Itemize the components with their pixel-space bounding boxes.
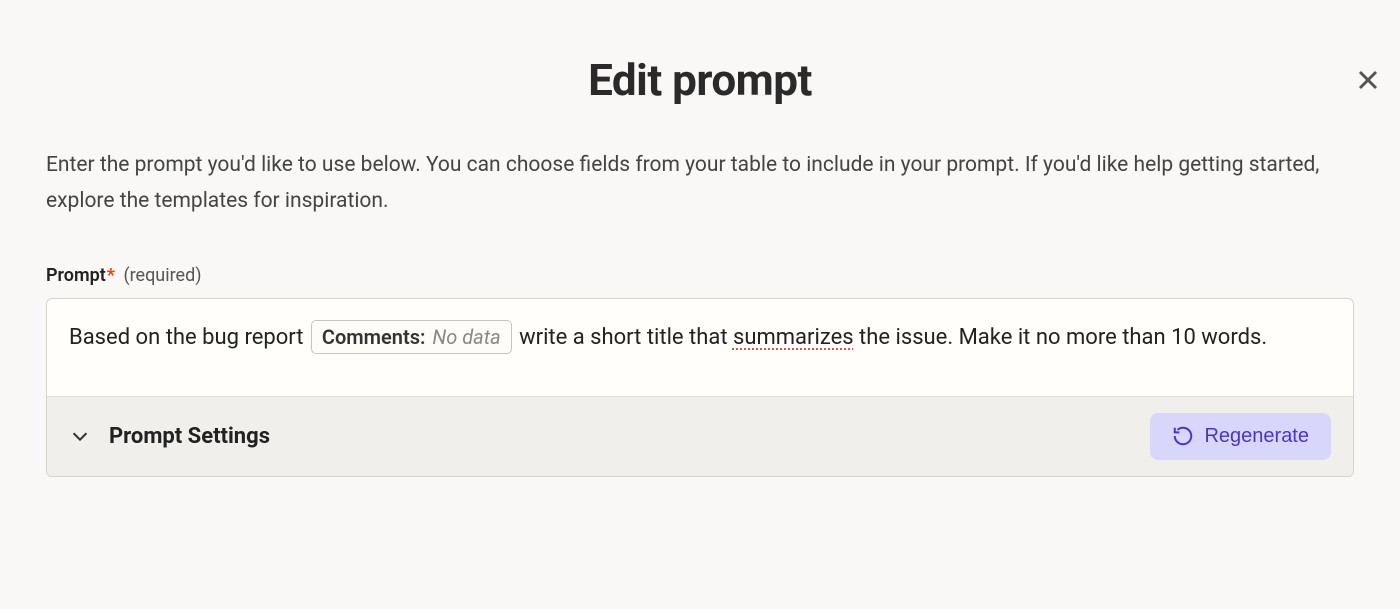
close-icon — [1356, 68, 1380, 92]
prompt-box: Based on the bug report Comments: No dat… — [46, 298, 1354, 477]
regenerate-label: Regenerate — [1204, 425, 1309, 448]
prompt-text-after: the issue. Make it no more than 10 words… — [854, 325, 1268, 350]
chip-label: Comments: — [322, 325, 426, 349]
regenerate-button[interactable]: Regenerate — [1150, 413, 1331, 460]
close-button[interactable] — [1356, 68, 1380, 96]
prompt-text-mid1: write a short title that — [514, 325, 733, 350]
chevron-down-icon — [69, 425, 91, 447]
refresh-icon — [1172, 425, 1194, 447]
prompt-text-spellcheck: summarizes — [733, 325, 854, 350]
field-label: Prompt — [46, 265, 106, 286]
field-label-row: Prompt* (required) — [46, 265, 1354, 286]
modal-description: Enter the prompt you'd like to use below… — [46, 148, 1354, 219]
required-hint: (required) — [123, 265, 201, 286]
prompt-input[interactable]: Based on the bug report Comments: No dat… — [47, 299, 1353, 396]
field-chip[interactable]: Comments: No data — [311, 320, 512, 354]
prompt-settings-toggle[interactable]: Prompt Settings — [69, 424, 270, 449]
prompt-footer: Prompt Settings Regenerate — [47, 396, 1353, 476]
chip-value: No data — [432, 325, 500, 349]
modal-title: Edit prompt — [46, 54, 1354, 106]
required-asterisk: * — [107, 265, 115, 286]
prompt-settings-label: Prompt Settings — [109, 424, 270, 449]
modal-container: Edit prompt Enter the prompt you'd like … — [0, 54, 1400, 477]
prompt-text-before: Based on the bug report — [69, 325, 309, 350]
